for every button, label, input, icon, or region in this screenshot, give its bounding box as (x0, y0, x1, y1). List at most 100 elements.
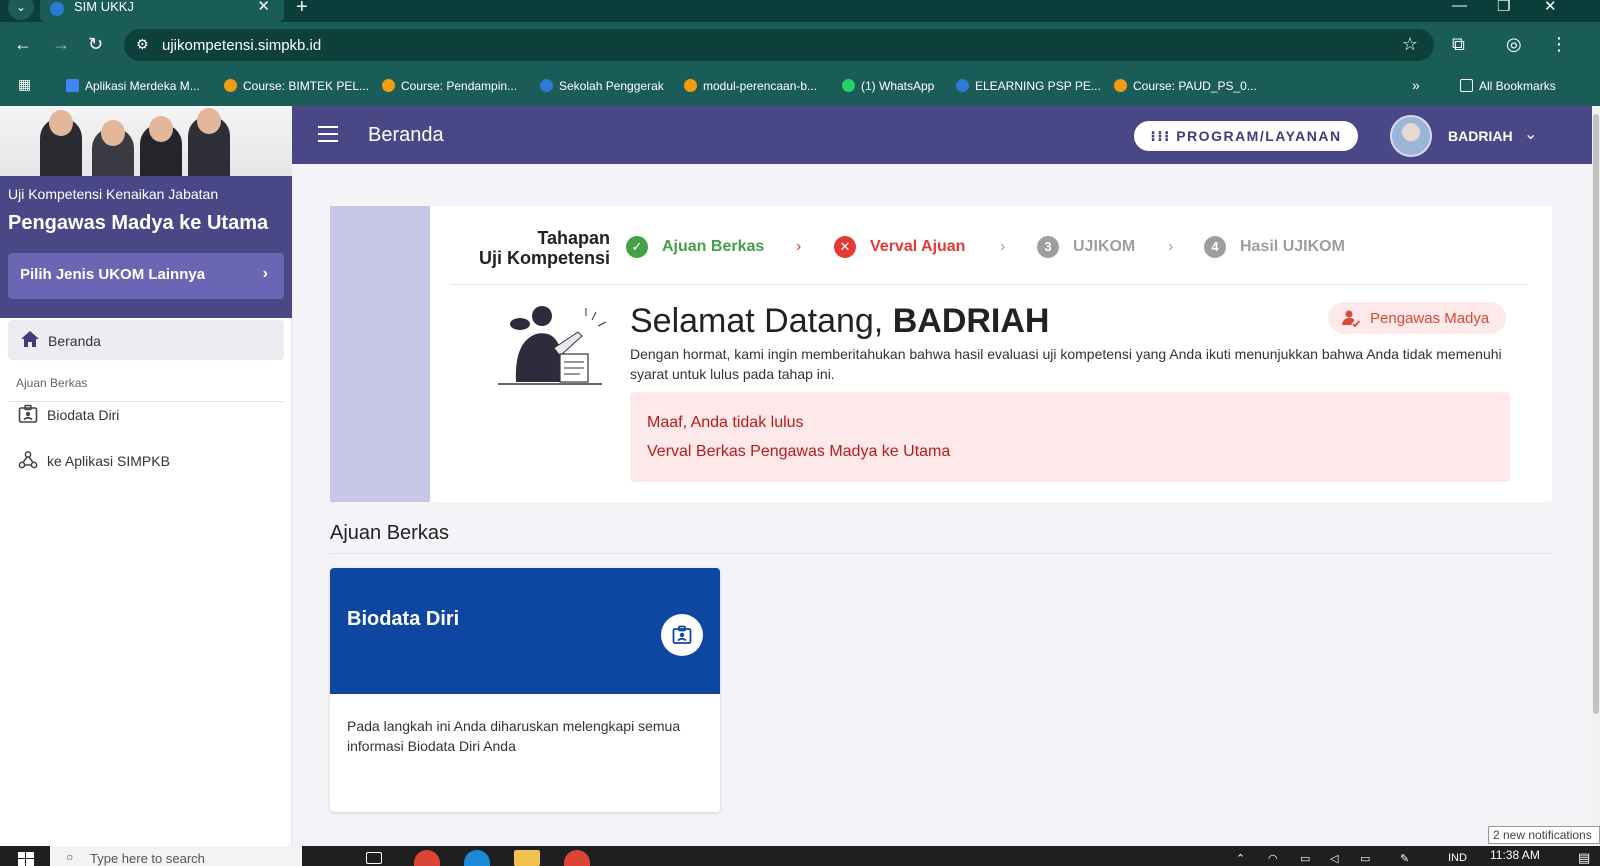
bookmark-item[interactable]: ELEARNING PSP PE... (956, 79, 1101, 93)
biodata-card[interactable]: Biodata Diri Pada langkah ini Anda dihar… (330, 568, 720, 812)
bookmark-item[interactable]: Sekolah Penggerak (540, 79, 664, 93)
step-number-icon: 4 (1204, 236, 1226, 258)
bookmarks-overflow-icon[interactable]: » (1412, 77, 1420, 93)
bookmark-item[interactable]: Aplikasi Merdeka M... (66, 79, 200, 93)
tab-search-chevron-icon[interactable]: ⌄ (8, 0, 34, 20)
chevron-right-icon: › (1168, 238, 1174, 255)
bookmark-item[interactable]: Course: BIMTEK PEL... (224, 79, 369, 93)
notifications-icon[interactable]: ▤ (1578, 850, 1590, 866)
windows-taskbar: ○ Type here to search ⌃ ◠ ▭ ◁ ▭ ✎ IND 11… (0, 846, 1600, 866)
clock[interactable]: 11:38 AM (1490, 848, 1540, 862)
search-icon: ○ (66, 850, 74, 864)
file-explorer-icon[interactable] (514, 850, 540, 866)
page-title: Beranda (368, 124, 444, 146)
forward-icon[interactable]: → (52, 34, 70, 55)
section-title: Ajuan Berkas (330, 522, 449, 544)
battery-icon[interactable]: ▭ (1300, 852, 1310, 865)
notification-toast[interactable]: 2 new notifications (1488, 826, 1600, 844)
display-icon[interactable]: ▭ (1360, 852, 1370, 865)
profile-icon[interactable]: ◎ (1506, 34, 1522, 55)
volume-icon[interactable]: ◁ (1330, 852, 1338, 865)
sidebar-subtitle: Uji Kompetensi Kenaikan Jabatan (8, 186, 219, 202)
user-name[interactable]: BADRIAH (1448, 128, 1513, 144)
extensions-icon[interactable]: ⧉ (1452, 34, 1465, 55)
welcome-greeting: Selamat Datang, (630, 302, 884, 340)
url-text[interactable]: ujikompetensi.simpkb.id (162, 37, 321, 54)
bookmark-favicon-icon (1114, 79, 1127, 92)
bookmark-star-icon[interactable]: ☆ (1402, 34, 1418, 55)
bookmarks-bar: ▦ Aplikasi Merdeka M... Course: BIMTEK P… (0, 68, 1600, 106)
sidebar-item-label: ke Aplikasi SIMPKB (47, 453, 170, 469)
biodata-card-title: Biodata Diri (347, 608, 460, 630)
pen-icon[interactable]: ✎ (1400, 852, 1409, 865)
task-view-icon[interactable] (366, 852, 382, 864)
edge-icon[interactable] (464, 850, 490, 866)
tab-title: SIM UKKJ (74, 0, 134, 14)
wifi-icon[interactable]: ◠ (1268, 852, 1278, 865)
chevron-down-icon[interactable]: ⌄ (1524, 124, 1537, 144)
fail-alert: Maaf, Anda tidak lulus Verval Berkas Pen… (630, 392, 1510, 482)
folder-icon (1460, 79, 1473, 92)
address-bar-row: ← → ↻ ⚙ ujikompetensi.simpkb.id ☆ ⧉ ◎ ⋮ (0, 22, 1600, 68)
bookmark-favicon-icon (684, 79, 697, 92)
language-indicator[interactable]: IND (1448, 852, 1467, 864)
bookmark-item[interactable]: (1) WhatsApp (842, 79, 934, 93)
sidebar-item-beranda[interactable]: Beranda (8, 320, 284, 360)
choose-ukom-label: Pilih Jenis UKOM Lainnya (20, 266, 206, 283)
sidebar-section-label: Ajuan Berkas (16, 376, 88, 390)
chrome-icon[interactable] (414, 850, 440, 866)
tray-chevron-icon[interactable]: ⌃ (1236, 852, 1245, 865)
bookmark-item[interactable]: Course: PAUD_PS_0... (1114, 79, 1257, 93)
tab-favicon-icon (50, 2, 64, 16)
choose-ukom-button[interactable]: Pilih Jenis UKOM Lainnya › (8, 253, 284, 299)
all-bookmarks[interactable]: All Bookmarks (1460, 79, 1556, 93)
chevron-right-icon: › (1000, 238, 1006, 255)
step-label: Ajuan Berkas (662, 238, 765, 255)
site-info-icon[interactable]: ⚙ (136, 36, 149, 53)
welcome-name: BADRIAH (892, 302, 1050, 340)
back-icon[interactable]: ← (14, 34, 32, 55)
whatsapp-icon (842, 79, 855, 92)
scrollbar-thumb[interactable] (1593, 114, 1599, 714)
page-scrollbar[interactable] (1592, 106, 1600, 846)
apps-grid-icon[interactable]: ▦ (18, 76, 31, 93)
sidebar: Uji Kompetensi Kenaikan Jabatan Pengawas… (0, 106, 292, 846)
tab-close-icon[interactable]: ✕ (257, 0, 270, 14)
sidebar-item-label: Biodata Diri (47, 407, 120, 423)
new-tab-icon[interactable]: + (296, 0, 308, 19)
omnibox[interactable]: ⚙ ujikompetensi.simpkb.id ☆ (124, 29, 1434, 61)
step-label: UJIKOM (1073, 238, 1136, 255)
bookmark-favicon-icon (956, 79, 969, 92)
restore-icon[interactable]: ❐ (1497, 0, 1510, 15)
bookmark-item[interactable]: Course: Pendampin... (382, 79, 517, 93)
menu-kebab-icon[interactable]: ⋮ (1550, 34, 1568, 55)
hamburger-menu-icon[interactable] (318, 126, 338, 142)
sidebar-title: Pengawas Madya ke Utama (8, 212, 269, 234)
minimize-icon[interactable]: — (1452, 0, 1467, 14)
avatar[interactable] (1390, 115, 1432, 157)
program-layanan-label: PROGRAM/LAYANAN (1176, 128, 1342, 144)
browser-tab[interactable]: SIM UKKJ ✕ (40, 0, 284, 22)
step-label: Hasil UJIKOM (1240, 238, 1345, 255)
program-layanan-button[interactable]: ⁝⁝⁝ PROGRAM/LAYANAN (1134, 121, 1358, 151)
banner-person (92, 120, 134, 176)
browser-tabstrip: ⌄ SIM UKKJ ✕ + — ❐ ✕ (0, 0, 1600, 22)
biodata-card-header: Biodata Diri (330, 568, 720, 694)
stages-card: Tahapan Uji Kompetensi ✓ Ajuan Berkas › … (330, 206, 1552, 502)
taskbar-search[interactable]: ○ Type here to search (50, 846, 302, 866)
welcome-heading: Selamat Datang, BADRIAH (630, 302, 1050, 341)
step-label: Verval Ajuan (870, 238, 966, 255)
sidebar-banner-photo (0, 106, 292, 176)
windows-start-icon[interactable] (18, 852, 34, 866)
card-divider (450, 284, 1528, 285)
reload-icon[interactable]: ↻ (88, 34, 103, 55)
chrome-active-icon[interactable] (564, 850, 590, 866)
window-close-icon[interactable]: ✕ (1544, 0, 1557, 15)
role-label: Pengawas Madya (1370, 310, 1490, 327)
stages-title: Tahapan Uji Kompetensi (450, 228, 610, 268)
card-accent (330, 206, 430, 502)
webhook-icon (18, 451, 38, 469)
step-number-icon: 3 (1037, 236, 1059, 258)
bookmark-item[interactable]: modul-perencaan-b... (684, 79, 817, 93)
stages-title-line: Tahapan (537, 228, 610, 248)
